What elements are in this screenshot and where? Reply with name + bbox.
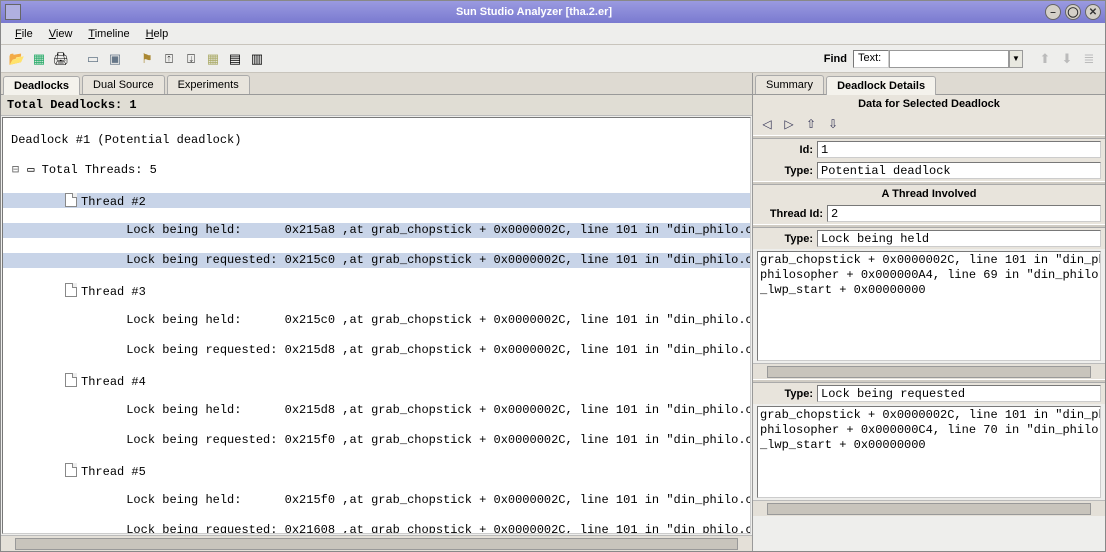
page-icon (65, 373, 77, 387)
new-window-icon[interactable]: ▭ (83, 49, 103, 69)
field-id: Id: 1 (753, 139, 1105, 160)
tree-row[interactable]: Lock being requested: 0x215f0 ,at grab_c… (3, 433, 750, 448)
field-type: Type: Potential deadlock (753, 160, 1105, 181)
aggregate-icon[interactable]: ▦ (203, 49, 223, 69)
nav-up-icon[interactable]: ⇧ (803, 116, 819, 132)
tab-deadlock-details[interactable]: Deadlock Details (826, 76, 936, 95)
callers-icon[interactable]: ⍐ (159, 49, 179, 69)
tree-row[interactable]: Lock being held: 0x215d8 ,at grab_chopst… (3, 403, 750, 418)
id-label: Id: (757, 144, 817, 156)
type-label: Type: (757, 165, 817, 177)
req-type-label: Type: (757, 388, 817, 400)
find-input[interactable] (889, 50, 1009, 68)
close-button[interactable]: ✕ (1085, 4, 1101, 20)
held-type-label: Type: (757, 233, 817, 245)
tree-row[interactable]: Lock being held: 0x215c0 ,at grab_chopst… (3, 313, 750, 328)
req-type-value: Lock being requested (817, 385, 1101, 402)
menu-file[interactable]: File (7, 26, 41, 42)
menu-timeline[interactable]: Timeline (80, 26, 137, 42)
tab-dual-source[interactable]: Dual Source (82, 75, 165, 94)
tree-row[interactable]: Thread #3 (3, 283, 750, 298)
folder-icon: ▭ (27, 163, 34, 177)
field-thread-id: Thread Id: 2 (753, 203, 1105, 224)
tree-toggle-icon[interactable]: ⊟ (11, 163, 20, 178)
held-section: Type: Lock being held grab_chopstick + 0… (753, 228, 1105, 379)
close-tab-icon[interactable]: ▣ (105, 49, 125, 69)
tab-experiments[interactable]: Experiments (167, 75, 250, 94)
nav-buttons: ◁ ▷ ⇧ ⇩ (753, 113, 1105, 135)
open-icon[interactable]: 📂 (7, 49, 27, 69)
nav-down-icon[interactable]: ⇩ (825, 116, 841, 132)
chart-icon[interactable]: ▥ (247, 49, 267, 69)
toolbar: 📂 ▦ 🖨 ▭ ▣ ⚑ ⍐ ⍗ ▦ ▤ ▥ Find Text: ▼ ⬆ ⬇ ≣ (1, 45, 1105, 73)
right-pane: Summary Deadlock Details Data for Select… (753, 73, 1105, 551)
right-tabs: Summary Deadlock Details (753, 73, 1105, 95)
req-scrollbar[interactable] (753, 500, 1105, 516)
tree-row[interactable]: Thread #5 (3, 463, 750, 478)
held-stack[interactable]: grab_chopstick + 0x0000002C, line 101 in… (757, 251, 1101, 361)
table-icon[interactable]: ▤ (225, 49, 245, 69)
page-icon (65, 283, 77, 297)
held-scrollbar[interactable] (753, 363, 1105, 379)
page-icon (65, 193, 77, 207)
find-combo: Text: ▼ (853, 50, 1023, 68)
left-tabs: Deadlocks Dual Source Experiments (1, 73, 752, 95)
tab-summary[interactable]: Summary (755, 75, 824, 94)
collect-icon[interactable]: ▦ (29, 49, 49, 69)
tree-row[interactable]: Lock being held: 0x215f0 ,at grab_chopst… (3, 493, 750, 508)
titlebar: Sun Studio Analyzer [tha.2.er] – ◯ ✕ (1, 1, 1105, 23)
thread-id-value: 2 (827, 205, 1101, 222)
print-icon[interactable]: 🖨 (51, 49, 71, 69)
requested-section: Type: Lock being requested grab_chopstic… (753, 383, 1105, 516)
find-up-icon[interactable]: ⬆ (1035, 49, 1055, 69)
app-icon (5, 4, 21, 20)
window-title: Sun Studio Analyzer [tha.2.er] (27, 6, 1041, 18)
find-type[interactable]: Text: (853, 50, 889, 68)
content-area: Deadlocks Dual Source Experiments Total … (1, 73, 1105, 551)
find-label: Find (824, 53, 851, 65)
type-value: Potential deadlock (817, 162, 1101, 179)
tree-row[interactable]: Thread #4 (3, 373, 750, 388)
req-stack[interactable]: grab_chopstick + 0x0000002C, line 101 in… (757, 406, 1101, 498)
tree-row[interactable]: Lock being requested: 0x215d8 ,at grab_c… (3, 343, 750, 358)
left-pane: Deadlocks Dual Source Experiments Total … (1, 73, 753, 551)
menu-view[interactable]: View (41, 26, 81, 42)
details-header: Data for Selected Deadlock (753, 95, 1105, 113)
filter-icon[interactable]: ⚑ (137, 49, 157, 69)
nav-next-icon[interactable]: ▷ (781, 116, 797, 132)
callees-icon[interactable]: ⍗ (181, 49, 201, 69)
app-window: Sun Studio Analyzer [tha.2.er] – ◯ ✕ Fil… (0, 0, 1106, 552)
nav-prev-icon[interactable]: ◁ (759, 116, 775, 132)
tree-row[interactable]: Lock being held: 0x215a8 ,at grab_chopst… (3, 223, 750, 238)
held-type-value: Lock being held (817, 230, 1101, 247)
maximize-button[interactable]: ◯ (1065, 4, 1081, 20)
tree-row[interactable]: ⊟ ▭ Total Threads: 5 (3, 163, 750, 178)
find-highlight-icon[interactable]: ≣ (1079, 49, 1099, 69)
id-value: 1 (817, 141, 1101, 158)
find-down-icon[interactable]: ⬇ (1057, 49, 1077, 69)
tree-row[interactable]: Deadlock #1 (Potential deadlock) (3, 133, 750, 148)
horizontal-scrollbar[interactable] (1, 535, 752, 551)
tree-row[interactable]: Lock being requested: 0x21608 ,at grab_c… (3, 523, 750, 534)
tab-deadlocks[interactable]: Deadlocks (3, 76, 80, 95)
tree-row[interactable]: Thread #2 (3, 193, 750, 208)
thread-involved-header: A Thread Involved (753, 185, 1105, 203)
menu-help[interactable]: Help (138, 26, 177, 42)
deadlock-tree[interactable]: Deadlock #1 (Potential deadlock) ⊟ ▭ Tot… (2, 117, 751, 534)
total-deadlocks-line: Total Deadlocks: 1 (1, 95, 752, 116)
thread-id-label: Thread Id: (757, 208, 827, 220)
find-dropdown-icon[interactable]: ▼ (1009, 50, 1023, 68)
tree-row[interactable]: Lock being requested: 0x215c0 ,at grab_c… (3, 253, 750, 268)
page-icon (65, 463, 77, 477)
menubar: File View Timeline Help (1, 23, 1105, 45)
minimize-button[interactable]: – (1045, 4, 1061, 20)
